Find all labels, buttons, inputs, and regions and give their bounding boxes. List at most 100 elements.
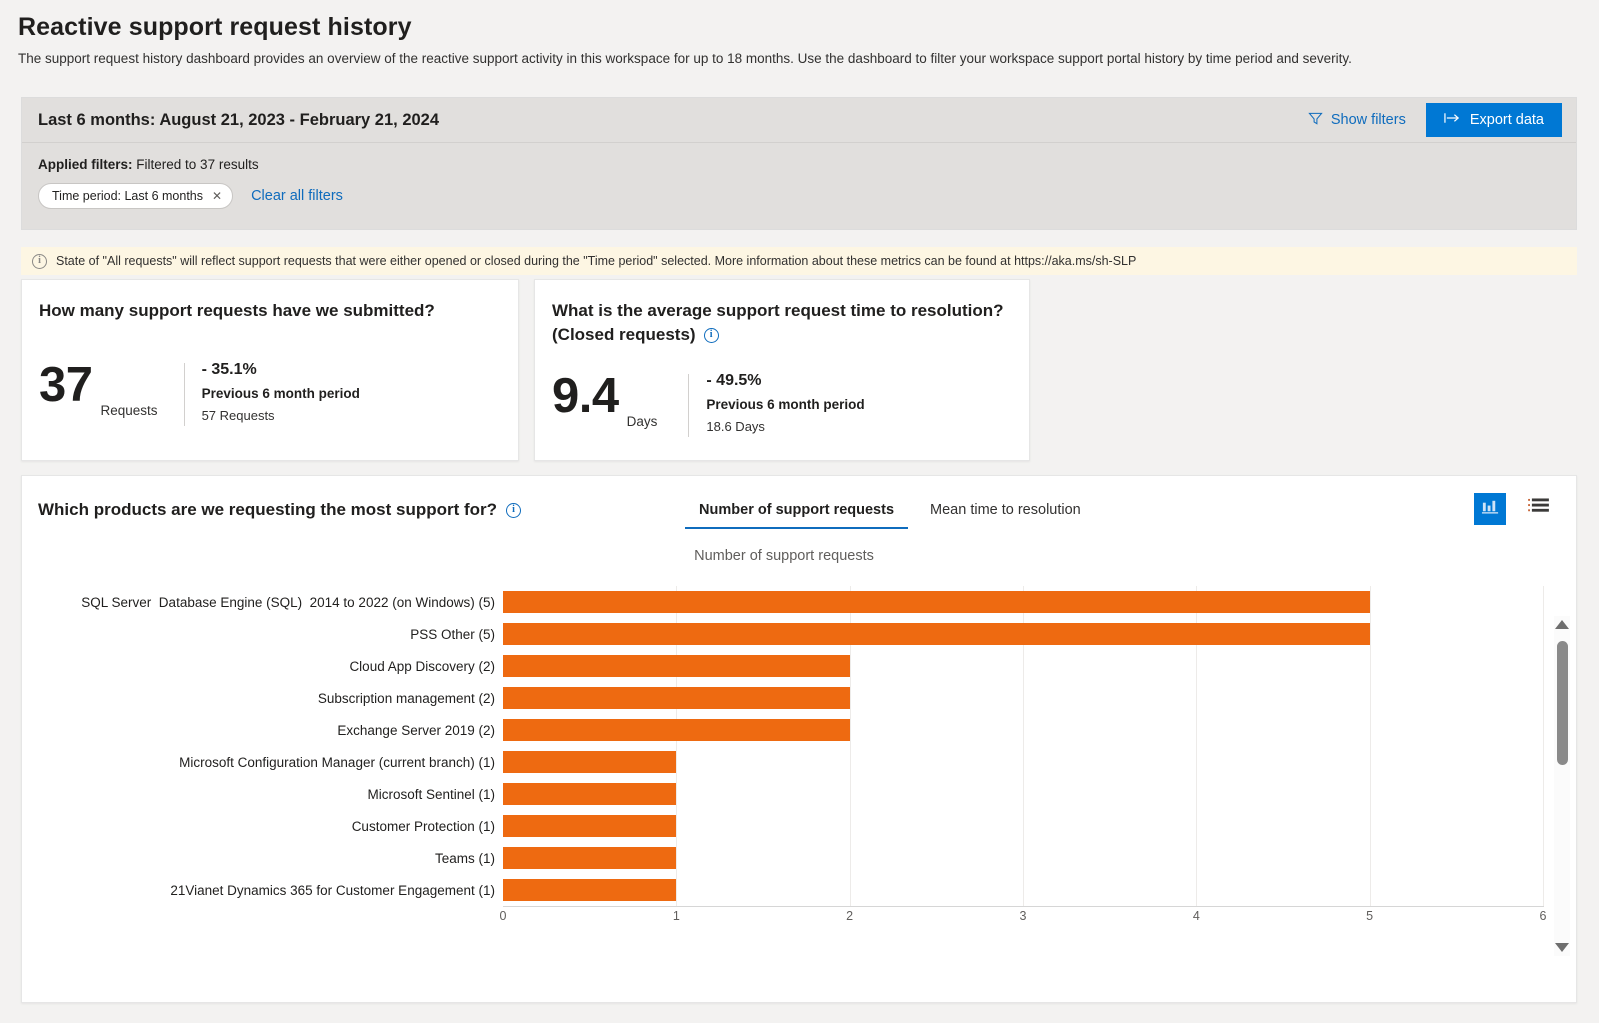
filter-bar: Last 6 months: August 21, 2023 - Februar…: [22, 98, 1576, 143]
clear-all-filters-link[interactable]: Clear all filters: [251, 188, 343, 204]
metric-unit: Requests: [100, 403, 158, 418]
dashboard-page: Reactive support request history The sup…: [0, 13, 1599, 1023]
chart-bar-track: [503, 586, 1543, 618]
metric-delta-previous: 18.6 Days: [706, 419, 765, 434]
metric-card-title-suffix: (Closed requests): [552, 325, 696, 344]
metric-delta-percent: - 35.1%: [201, 361, 257, 378]
chart-bar-label: PSS Other (5): [410, 626, 495, 642]
filter-chip-time-period[interactable]: Time period: Last 6 months ✕: [38, 183, 234, 209]
chart-x-axis-line: [503, 906, 1544, 907]
export-data-label: Export data: [1469, 112, 1544, 128]
chart-gridline: [1543, 586, 1544, 906]
view-toggle: [1474, 493, 1554, 525]
tab-mean-time-to-resolution[interactable]: Mean time to resolution: [916, 496, 1095, 529]
filter-chips-row: Time period: Last 6 months ✕ Clear all f…: [38, 183, 1560, 209]
metric-card-resolution-time: What is the average support request time…: [534, 279, 1030, 461]
chart-bar-row: PSS Other (5): [22, 618, 1543, 650]
info-banner-text: State of "All requests" will reflect sup…: [56, 254, 1137, 268]
applied-filters-section: Applied filters: Filtered to 37 results …: [22, 143, 1576, 229]
chart-bar-row: Teams (1): [22, 842, 1543, 874]
chart-x-tick-label: 6: [1539, 909, 1547, 923]
caret-up-icon[interactable]: [1555, 620, 1569, 629]
close-icon[interactable]: ✕: [212, 189, 222, 203]
chart-x-tick-label: 3: [1019, 909, 1027, 923]
chart-bar-track: [503, 746, 1543, 778]
show-filters-label: Show filters: [1330, 112, 1406, 128]
chart-bar-row: Cloud App Discovery (2): [22, 650, 1543, 682]
chart-vertical-scrollbar[interactable]: [1554, 616, 1570, 956]
chart-bar-track: [503, 842, 1543, 874]
info-circle-icon[interactable]: i: [506, 502, 522, 518]
chart-question: Which products are we requesting the mos…: [38, 500, 522, 520]
chart-subtitle: Number of support requests: [694, 548, 874, 564]
chart-bar-rows: SQL Server Database Engine (SQL) 2014 to…: [22, 586, 1543, 906]
export-arrow-icon: [1444, 112, 1461, 128]
metric-delta-previous: 57 Requests: [201, 408, 275, 423]
chart-bar[interactable]: [503, 591, 1370, 613]
chart-bar-row: Subscription management (2): [22, 682, 1543, 714]
chart-bar[interactable]: [503, 623, 1370, 645]
list-view-icon: [1527, 498, 1549, 520]
chart-bar-label: SQL Server Database Engine (SQL) 2014 to…: [81, 594, 495, 610]
chart-bar-track: [503, 650, 1543, 682]
chart-x-tick-label: 1: [672, 909, 680, 923]
chart-bar[interactable]: [503, 879, 677, 901]
chart-x-tick-label: 0: [499, 909, 507, 923]
list-view-button[interactable]: [1522, 493, 1554, 525]
chart-header: Which products are we requesting the mos…: [22, 476, 1576, 534]
metric-delta: - 35.1% Previous 6 month period 57 Reque…: [185, 359, 360, 423]
show-filters-button[interactable]: Show filters: [1302, 107, 1412, 134]
chart-bar-row: SQL Server Database Engine (SQL) 2014 to…: [22, 586, 1543, 618]
chart-bar-label: Subscription management (2): [317, 690, 495, 706]
filter-chip-label: Time period: Last 6 months: [52, 189, 203, 203]
page-title: Reactive support request history: [18, 13, 412, 41]
chart-bar[interactable]: [503, 783, 677, 805]
chart-bar[interactable]: [503, 655, 850, 677]
filter-actions: Show filters Export data: [1302, 103, 1562, 137]
metric-cards: How many support requests have we submit…: [21, 279, 1030, 461]
chart-bar-row: Microsoft Sentinel (1): [22, 778, 1543, 810]
metric-value: 9.4: [552, 369, 619, 423]
tab-number-of-support-requests[interactable]: Number of support requests: [685, 496, 909, 529]
applied-filters-summary: Applied filters: Filtered to 37 results: [38, 157, 1560, 172]
export-data-button[interactable]: Export data: [1425, 103, 1562, 137]
metric-delta: - 49.5% Previous 6 month period 18.6 Day…: [689, 370, 864, 434]
chart-x-tick-label: 2: [846, 909, 854, 923]
caret-down-icon[interactable]: [1555, 943, 1569, 952]
chart-bar[interactable]: [503, 751, 677, 773]
page-description: The support request history dashboard pr…: [18, 51, 1352, 66]
bar-chart-view-button[interactable]: [1474, 493, 1506, 525]
chart-bar[interactable]: [503, 815, 677, 837]
chart-bar-label: Cloud App Discovery (2): [349, 658, 495, 674]
metric-row: 37 Requests - 35.1% Previous 6 month per…: [39, 359, 500, 426]
chart-body: Number of support requests SQL Server Da…: [22, 536, 1578, 956]
chart-bar-track: [503, 778, 1543, 810]
chart-bar[interactable]: [503, 719, 850, 741]
metric-row: 9.4 Days - 49.5% Previous 6 month period…: [552, 370, 1011, 437]
chart-bar-row: Exchange Server 2019 (2): [22, 714, 1543, 746]
scrollbar-thumb[interactable]: [1556, 641, 1568, 765]
chart-bar-label: Microsoft Configuration Manager (current…: [179, 754, 495, 770]
chart-bar-row: 21Vianet Dynamics 365 for Customer Engag…: [22, 874, 1543, 906]
chart-bar-track: [503, 714, 1543, 746]
chart-plot-area: SQL Server Database Engine (SQL) 2014 to…: [22, 586, 1578, 931]
metric-card-title: What is the average support request time…: [552, 299, 1011, 347]
chart-bar-track: [503, 682, 1543, 714]
metric-delta-period: Previous 6 month period: [201, 386, 360, 401]
metric-delta-percent: - 49.5%: [706, 372, 762, 389]
chart-x-tick-label: 4: [1192, 909, 1200, 923]
filter-panel: Last 6 months: August 21, 2023 - Februar…: [21, 97, 1577, 230]
metric-card-title-main: What is the average support request time…: [552, 301, 1004, 320]
date-range-title: Last 6 months: August 21, 2023 - Februar…: [38, 110, 440, 129]
chart-bar-label: 21Vianet Dynamics 365 for Customer Engag…: [170, 882, 495, 898]
info-icon: i: [32, 253, 47, 269]
applied-filters-value: Filtered to 37 results: [136, 157, 259, 172]
metric-card-title: How many support requests have we submit…: [39, 301, 435, 320]
info-circle-icon[interactable]: i: [703, 327, 719, 343]
chart-panel: Which products are we requesting the mos…: [21, 475, 1577, 1003]
chart-bar[interactable]: [503, 847, 677, 869]
chart-bar-row: Customer Protection (1): [22, 810, 1543, 842]
chart-bar-track: [503, 618, 1543, 650]
chart-x-axis-ticks: 0 1 2 3 4 5 6: [499, 909, 1547, 929]
chart-bar[interactable]: [503, 687, 850, 709]
